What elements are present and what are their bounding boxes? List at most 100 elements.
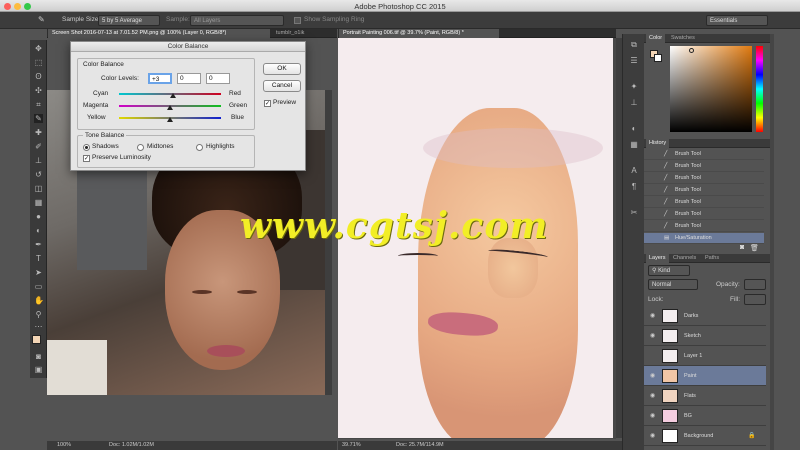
level-cyan-red-input[interactable]: +3 xyxy=(148,73,172,84)
tab-color[interactable]: Color xyxy=(646,34,666,43)
tab-swatches[interactable]: Swatches xyxy=(668,34,698,43)
tab-channels[interactable]: Channels xyxy=(670,254,699,263)
layer-row[interactable]: Layer 1 xyxy=(644,346,766,366)
tab-history[interactable]: History xyxy=(646,139,670,148)
history-brush-tool-icon[interactable]: ↺ xyxy=(34,170,43,179)
panels-scrollbar[interactable] xyxy=(770,34,774,450)
hue-slider[interactable] xyxy=(756,46,763,132)
history-item[interactable]: ╱ Brush Tool xyxy=(644,185,764,196)
shadows-radio[interactable] xyxy=(83,144,90,151)
preview-checkbox[interactable]: ✓ xyxy=(264,100,271,107)
crop-tool-icon[interactable]: ⌗ xyxy=(34,100,43,109)
midtones-radio[interactable] xyxy=(137,144,144,151)
more-tools-icon[interactable]: ⋯ xyxy=(34,322,43,331)
fill-field[interactable] xyxy=(744,294,766,305)
visibility-eye-icon[interactable]: ◉ xyxy=(650,406,655,426)
color-picker-cursor[interactable] xyxy=(689,48,694,53)
pen-tool-icon[interactable]: ✒ xyxy=(34,240,43,249)
level-yellow-blue-input[interactable]: 0 xyxy=(206,73,230,84)
delete-state-icon[interactable]: 🗑 xyxy=(750,244,759,252)
marquee-tool-icon[interactable]: ⬚ xyxy=(34,58,43,67)
eyedropper-icon[interactable]: ✎ xyxy=(38,15,45,24)
styles-panel-icon[interactable]: ▦ xyxy=(629,140,639,150)
yellow-blue-slider-thumb[interactable] xyxy=(167,117,173,122)
workspace-select[interactable]: Essentials xyxy=(706,15,768,26)
paragraph-panel-icon[interactable]: ¶ xyxy=(629,182,639,192)
new-snapshot-icon[interactable]: ◙ xyxy=(740,244,744,251)
dodge-tool-icon[interactable]: ◐ xyxy=(34,226,43,235)
sample-select[interactable]: All Layers xyxy=(190,15,284,26)
cancel-button[interactable]: Cancel xyxy=(263,80,301,92)
layer-filter-select[interactable]: ⚲ Kind xyxy=(648,265,690,276)
highlights-radio[interactable] xyxy=(196,144,203,151)
doc1-size: Doc: 1.02M/1.02M xyxy=(109,442,154,448)
layer-row[interactable]: ◉ BG xyxy=(644,406,766,426)
doc2-zoom[interactable]: 39.71% xyxy=(342,441,361,450)
history-item[interactable]: ╱ Brush Tool xyxy=(644,173,764,184)
history-item[interactable]: ╱ Brush Tool xyxy=(644,149,764,160)
layer-row[interactable]: ◉ Background 🔒 xyxy=(644,426,766,446)
history-item[interactable]: ╱ Brush Tool xyxy=(644,161,764,172)
doc1-zoom[interactable]: 100% xyxy=(57,441,71,450)
cyan-red-slider-thumb[interactable] xyxy=(170,93,177,98)
history-panel-header: History xyxy=(644,139,770,148)
quick-select-tool-icon[interactable]: ✣ xyxy=(34,86,43,95)
zoom-tool-icon[interactable]: ⚲ xyxy=(34,310,43,319)
layer-row[interactable]: ◉ Darks xyxy=(644,306,766,326)
color-picker-field[interactable] xyxy=(670,46,752,132)
healing-tool-icon[interactable]: ✚ xyxy=(34,128,43,137)
level-magenta-green-input[interactable]: 0 xyxy=(177,73,201,84)
move-tool-icon[interactable]: ✥ xyxy=(34,44,43,53)
tab-portrait-painting[interactable]: Portrait Painting 006.tif @ 39.7% (Paint… xyxy=(339,29,499,38)
visibility-eye-icon[interactable]: ◉ xyxy=(650,366,655,386)
brushes-panel-icon[interactable]: ✦ xyxy=(629,82,639,92)
sampling-ring-checkbox[interactable] xyxy=(294,17,301,24)
type-tool-icon[interactable]: T xyxy=(34,254,43,263)
ok-button[interactable]: OK xyxy=(263,63,301,75)
properties-panel-icon[interactable]: ☰ xyxy=(629,56,639,66)
history-panel-icon[interactable]: ⧉ xyxy=(629,40,639,50)
brush-history-icon: ╱ xyxy=(664,223,668,229)
quick-mask-icon[interactable]: ◙ xyxy=(34,352,43,361)
tab-screenshot[interactable]: Screen Shot 2016-07-13 at 7.01.52 PM.png… xyxy=(48,29,270,38)
blur-tool-icon[interactable]: ● xyxy=(34,212,43,221)
gradient-tool-icon[interactable]: ▦ xyxy=(34,198,43,207)
character-panel-icon[interactable]: A xyxy=(629,166,639,176)
foreground-color-swatch[interactable] xyxy=(32,335,41,344)
eyedropper-tool-icon[interactable]: ✎ xyxy=(34,114,43,123)
layer-row-selected[interactable]: ◉ Paint xyxy=(644,366,766,386)
history-item[interactable]: ╱ Brush Tool xyxy=(644,197,764,208)
eraser-tool-icon[interactable]: ◫ xyxy=(34,184,43,193)
hand-tool-icon[interactable]: ✋ xyxy=(34,296,44,305)
layer-row[interactable]: ◉ Flats xyxy=(644,386,766,406)
shape-tool-icon[interactable]: ▭ xyxy=(34,282,43,291)
tab-tumblr[interactable]: tumblr_o1ik xyxy=(272,29,332,38)
tab-paths[interactable]: Paths xyxy=(702,254,722,263)
history-item[interactable]: ╱ Brush Tool xyxy=(644,221,764,232)
tone-balance-group xyxy=(77,135,255,168)
path-selection-tool-icon[interactable]: ➤ xyxy=(34,268,43,277)
clone-stamp-tool-icon[interactable]: ⊥ xyxy=(34,156,43,165)
history-item-selected[interactable]: ▤ Hue/Saturation xyxy=(644,233,764,244)
lock-label: Lock: xyxy=(648,296,664,303)
visibility-eye-icon[interactable]: ◉ xyxy=(650,426,655,446)
adjustments-panel-icon[interactable]: ◐ xyxy=(629,124,639,134)
preserve-luminosity-checkbox[interactable]: ✓ xyxy=(83,155,90,162)
history-item[interactable]: ╱ Brush Tool xyxy=(644,209,764,220)
tool-presets-icon[interactable]: ✂ xyxy=(629,208,639,218)
visibility-eye-icon[interactable]: ◉ xyxy=(650,326,655,346)
lasso-tool-icon[interactable]: ʘ xyxy=(34,72,43,81)
brush-tool-icon[interactable]: ✐ xyxy=(34,142,43,151)
layer-row[interactable]: ◉ Sketch xyxy=(644,326,766,346)
tab-layers[interactable]: Layers xyxy=(646,254,669,263)
visibility-eye-icon[interactable]: ◉ xyxy=(650,386,655,406)
screen-mode-icon[interactable]: ▣ xyxy=(34,365,43,374)
clone-source-icon[interactable]: ⊥ xyxy=(629,98,639,108)
magenta-green-slider-thumb[interactable] xyxy=(167,105,173,110)
blend-mode-select[interactable]: Normal xyxy=(648,279,698,290)
visibility-eye-icon[interactable]: ◉ xyxy=(650,306,655,326)
color-panel-background[interactable] xyxy=(654,54,662,62)
opacity-field[interactable] xyxy=(744,279,766,290)
layer-thumbnail xyxy=(662,369,678,383)
sample-size-select[interactable]: 5 by 5 Average xyxy=(98,15,160,26)
